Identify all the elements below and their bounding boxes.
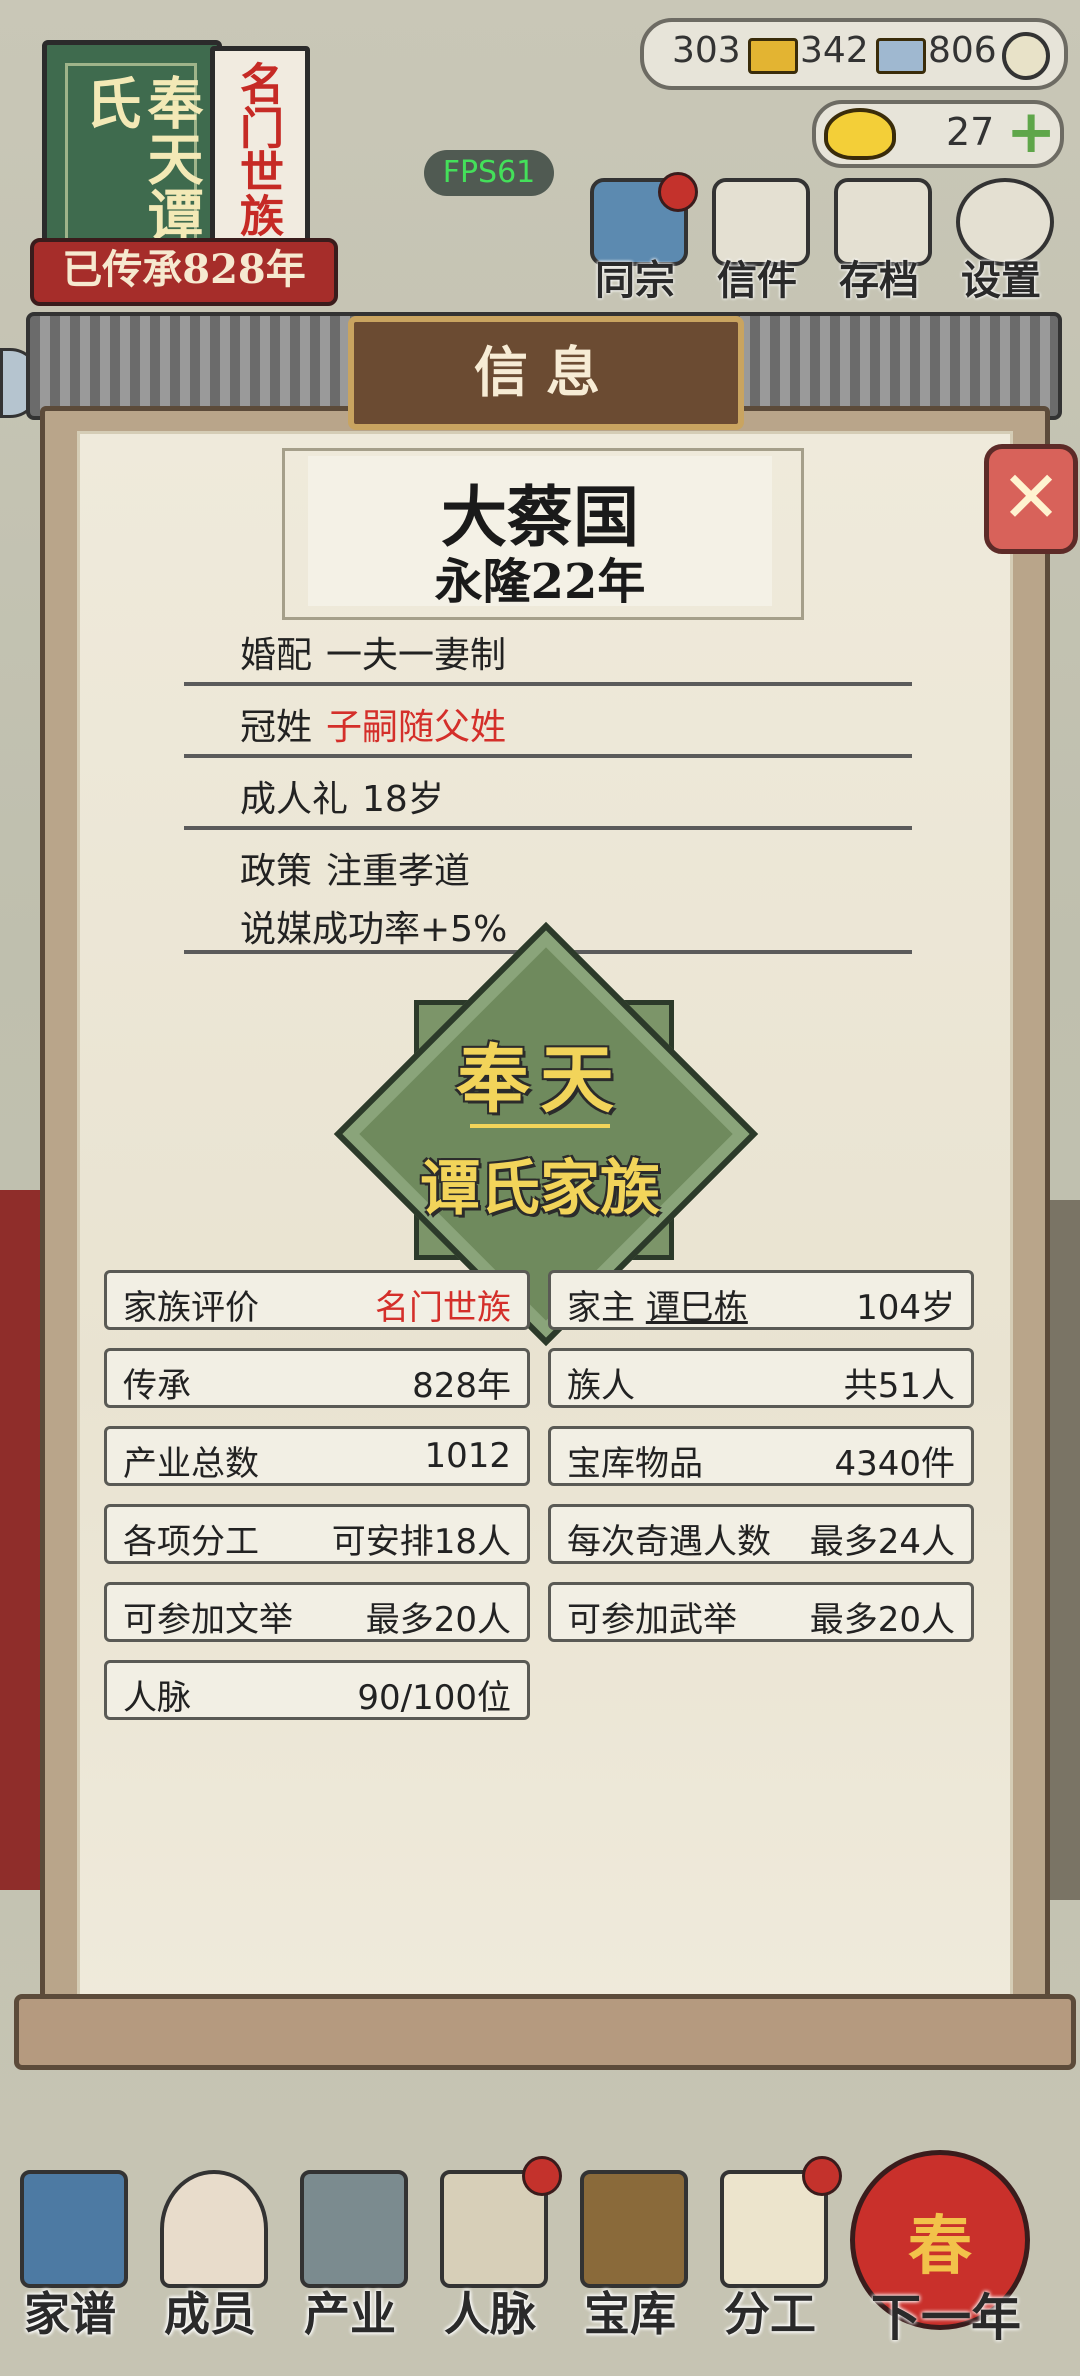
policy-key: 婚配 <box>240 635 313 676</box>
stat-key: 可参加武举 <box>567 1600 737 1640</box>
policy-value: 一夫一妻制 <box>326 635 507 676</box>
nav-genealogy[interactable]: 家谱 <box>0 2170 140 2360</box>
silver-bar-icon <box>876 38 926 74</box>
notification-badge <box>802 2156 842 2196</box>
next-year-label: 下一年 <box>871 2288 1021 2347</box>
nav-network[interactable]: 人脉 <box>420 2156 562 2360</box>
gold-bar-value: 342 <box>800 30 869 71</box>
stat-key: 每次奇遇人数 <box>567 1522 771 1562</box>
building-icon <box>300 2170 408 2288</box>
dialog-title: 信息 <box>348 316 744 430</box>
stat-value: 4340件 <box>834 1444 955 1484</box>
stat-clan-members: 族人 共51人 <box>548 1348 974 1408</box>
stat-key: 产业总数 <box>123 1444 259 1484</box>
nav-labor-label: 分工 <box>724 2287 816 2341</box>
gold-ingot-value: 27 <box>946 110 995 154</box>
menu-letters[interactable]: 信件 <box>702 178 812 304</box>
menu-save[interactable]: 存档 <box>824 178 934 304</box>
fps-counter: FPS61 <box>424 150 554 196</box>
menu-settings-label: 设置 <box>961 257 1041 304</box>
emblem-line1: 奉天 <box>456 1037 624 1123</box>
policy-row-adult: 成人礼 18岁 <box>184 770 912 830</box>
country-header: 大蔡国 永隆22年 <box>308 456 772 610</box>
stat-value: 104岁 <box>856 1288 955 1328</box>
stat-labor: 各项分工 可安排18人 <box>104 1504 530 1564</box>
currency-bar: 303 342 806 <box>640 18 1068 90</box>
stat-value: 828年 <box>412 1366 511 1406</box>
policy-effect: 说媒成功率+5% <box>240 909 508 950</box>
emblem-divider <box>470 1124 610 1128</box>
inheritance-ribbon: 已传承828年 <box>30 238 338 306</box>
policy-value: 子嗣随父姓 <box>326 707 507 748</box>
add-gold-button[interactable]: + <box>1006 102 1056 162</box>
menu-save-label: 存档 <box>839 257 919 304</box>
stat-value: 共51人 <box>843 1366 955 1406</box>
stat-value: 90/100位 <box>357 1678 511 1718</box>
stat-key: 家主 <box>567 1288 635 1328</box>
nav-genealogy-label: 家谱 <box>24 2287 116 2341</box>
stat-rating: 家族评价 名门世族 <box>104 1270 530 1330</box>
menu-clan-label: 同宗 <box>595 257 675 304</box>
policy-key: 冠姓 <box>240 707 313 748</box>
stat-value: 1012 <box>424 1436 511 1476</box>
policy-value: 18岁 <box>362 779 444 820</box>
notification-badge <box>658 172 698 212</box>
coin-icon <box>1002 32 1050 80</box>
policy-key: 政策 <box>240 851 313 892</box>
stat-military-exam: 可参加武举 最多20人 <box>548 1582 974 1642</box>
gold-ingot-icon <box>824 108 896 160</box>
stat-key: 族人 <box>567 1366 635 1406</box>
menu-letters-label: 信件 <box>717 257 797 304</box>
nav-estates-label: 产业 <box>304 2287 396 2341</box>
member-portrait-icon <box>160 2170 268 2288</box>
nav-labor[interactable]: 分工 <box>700 2156 842 2360</box>
stat-network: 人脉 90/100位 <box>104 1660 530 1720</box>
stat-value: 可安排18人 <box>331 1522 511 1562</box>
stat-value: 最多24人 <box>809 1522 955 1562</box>
notification-badge <box>522 2156 562 2196</box>
gold-ingot-bar: 27 + <box>812 100 1064 168</box>
stat-key: 各项分工 <box>123 1522 259 1562</box>
stat-family-head[interactable]: 家主 谭巳栋 104岁 <box>548 1270 974 1330</box>
stat-key: 宝库物品 <box>567 1444 703 1484</box>
stat-treasury: 宝库物品 4340件 <box>548 1426 974 1486</box>
silver-bar-value: 806 <box>928 30 997 71</box>
nav-members-label: 成员 <box>164 2287 256 2341</box>
dialog-base <box>14 1994 1076 2070</box>
reign-year: 永隆22年 <box>434 554 646 610</box>
stat-encounter: 每次奇遇人数 最多24人 <box>548 1504 974 1564</box>
family-head-name[interactable]: 谭巳栋 <box>646 1288 748 1328</box>
stat-value: 最多20人 <box>365 1600 511 1640</box>
stat-inheritance: 传承 828年 <box>104 1348 530 1408</box>
stat-key: 可参加文举 <box>123 1600 293 1640</box>
treasure-chest-icon <box>580 2170 688 2288</box>
nav-treasury-label: 宝库 <box>584 2287 676 2341</box>
emblem-line2: 谭氏家族 <box>420 1154 660 1224</box>
nav-treasury[interactable]: 宝库 <box>560 2170 700 2360</box>
nav-network-label: 人脉 <box>444 2287 536 2341</box>
policy-key: 成人礼 <box>240 779 349 820</box>
policy-row-surname: 冠姓 子嗣随父姓 <box>184 698 912 758</box>
gold-bar-icon <box>748 38 798 74</box>
close-button[interactable]: ✕ <box>984 444 1078 554</box>
genealogy-book-icon <box>20 2170 128 2288</box>
stat-key: 传承 <box>123 1366 191 1406</box>
menu-settings[interactable]: 设置 <box>946 178 1056 304</box>
nav-estates[interactable]: 产业 <box>280 2170 420 2360</box>
stat-key: 家族评价 <box>123 1288 259 1328</box>
stat-estates: 产业总数 1012 <box>104 1426 530 1486</box>
stat-civil-exam: 可参加文举 最多20人 <box>104 1582 530 1642</box>
lantern-icon: 春 <box>908 2209 972 2284</box>
policy-row-marriage: 婚配 一夫一妻制 <box>184 626 912 686</box>
policy-value: 注重孝道 <box>326 851 471 892</box>
family-rank-tag: 名门世族 <box>210 46 310 266</box>
menu-clan[interactable]: 同宗 <box>580 172 698 304</box>
bronze-value: 303 <box>672 30 741 71</box>
nav-members[interactable]: 成员 <box>140 2170 280 2360</box>
stat-value: 最多20人 <box>809 1600 955 1640</box>
stat-value: 名门世族 <box>375 1288 511 1328</box>
stat-key: 人脉 <box>123 1678 191 1718</box>
